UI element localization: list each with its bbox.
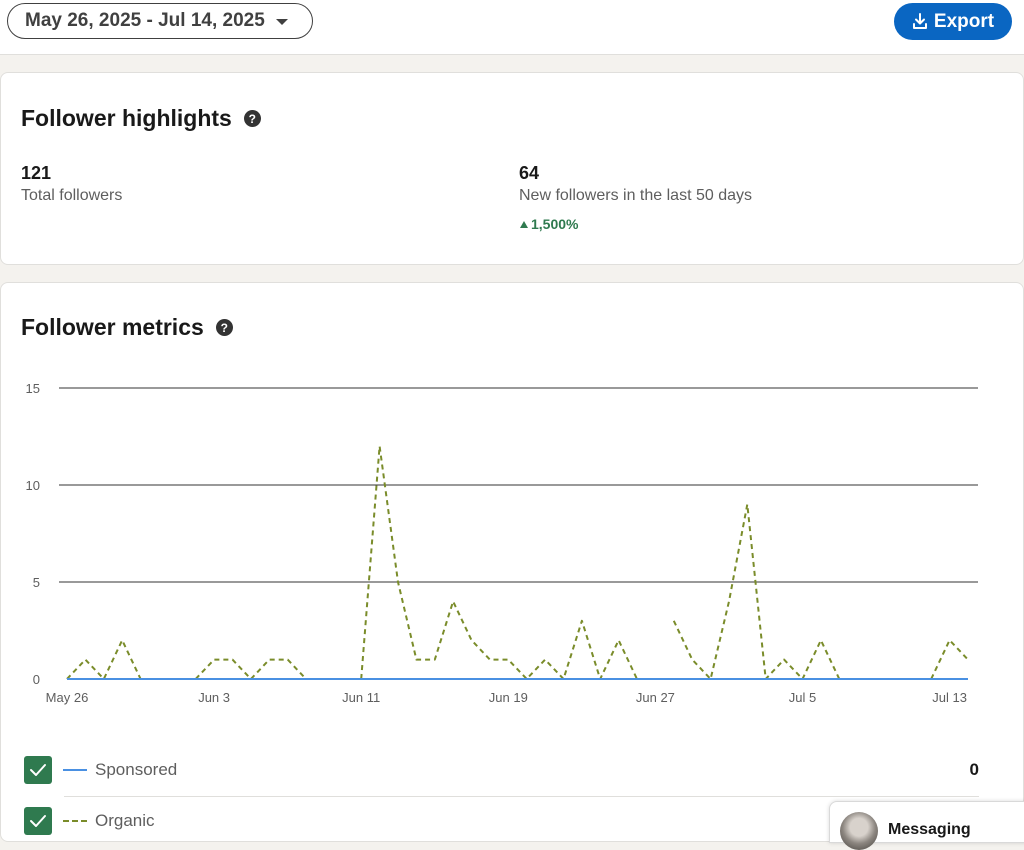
follower-metrics-chart: 0 5 10 15 May 26 Jun 3 Jun 11 Jun 19 Jun 27 Jul 5…: [26, 381, 978, 705]
y-tick-label: 5: [33, 575, 40, 590]
sponsored-label: Sponsored: [95, 760, 178, 779]
new-followers-value: 64: [519, 163, 540, 183]
series-line-organic: [672, 503, 841, 680]
follower-metrics-card: Follower metrics ? 0 5 10 15 May 26 Jun 3 Jun …: [0, 282, 1024, 842]
sponsored-line-swatch: [63, 769, 87, 771]
organic-line-swatch: [63, 820, 87, 822]
date-range-label: May 26, 2025 - Jul 14, 2025: [25, 10, 265, 31]
caret-down-icon: [275, 19, 288, 25]
new-followers-label: New followers in the last 50 days: [519, 187, 752, 204]
checkmark-icon: [30, 815, 46, 827]
y-tick-label: 10: [26, 478, 40, 493]
organic-checkbox[interactable]: [24, 807, 52, 835]
new-followers-change: 1,500%: [520, 216, 578, 232]
x-tick-label: Jun 27: [636, 690, 675, 705]
x-tick-label: Jun 3: [198, 690, 230, 705]
organic-label: Organic: [95, 811, 155, 830]
series-line-organic: [930, 639, 969, 680]
series-line-organic: [194, 658, 307, 680]
series-line-organic: [360, 445, 638, 680]
arrow-up-icon: [520, 220, 528, 228]
follower-highlights-card: Follower highlights ? 121 Total follower…: [0, 72, 1024, 265]
new-followers-change-value: 1,500%: [531, 216, 579, 232]
download-icon: [912, 13, 927, 29]
highlights-title-text: Follower highlights: [21, 105, 232, 131]
y-tick-label: 0: [33, 672, 40, 687]
highlights-title: Follower highlights ?: [21, 105, 261, 132]
y-tick-label: 15: [26, 381, 40, 396]
x-tick-label: Jul 5: [789, 690, 816, 705]
x-tick-label: May 26: [46, 690, 89, 705]
total-followers-value: 121: [21, 163, 52, 183]
export-button[interactable]: Export: [894, 3, 1012, 40]
legend-divider: [64, 796, 979, 797]
question-circle-icon[interactable]: ?: [243, 110, 261, 127]
x-tick-label: Jun 11: [342, 690, 380, 705]
sponsored-checkbox[interactable]: [24, 756, 52, 784]
x-tick-label: Jun 19: [489, 690, 528, 705]
export-label: Export: [933, 10, 995, 32]
checkmark-icon: [30, 764, 46, 776]
legend-row-sponsored[interactable]: Sponsored 0: [21, 750, 979, 790]
messaging-widget[interactable]: Messaging: [829, 801, 1024, 850]
sponsored-value: 0: [969, 760, 979, 779]
series-line-organic: [66, 639, 142, 680]
total-followers-label: Total followers: [21, 187, 123, 204]
avatar: [840, 812, 878, 850]
date-range-dropdown[interactable]: May 26, 2025 - Jul 14, 2025: [7, 3, 313, 39]
x-tick-label: Jul 13: [932, 690, 967, 705]
messaging-label: Messaging: [888, 821, 971, 838]
toolbar: May 26, 2025 - Jul 14, 2025 Export: [0, 0, 1024, 55]
